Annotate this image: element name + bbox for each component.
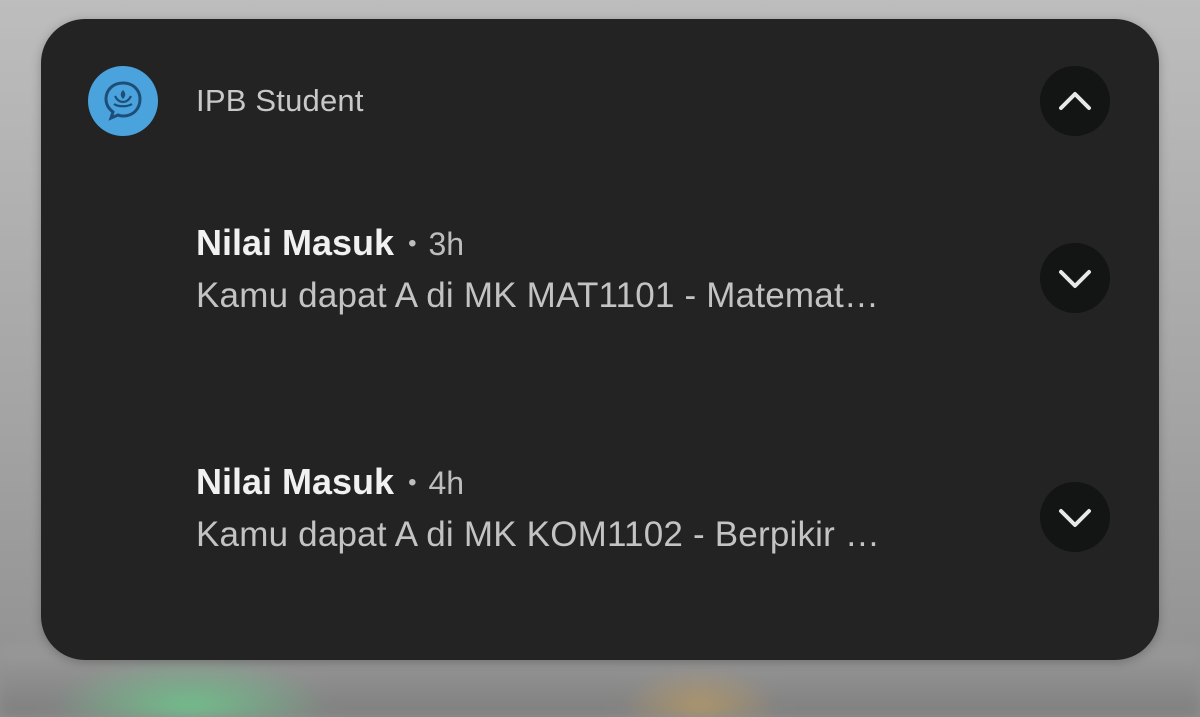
notification-header: Nilai Masuk • 3h [196,222,1026,264]
notification-title: Nilai Masuk [196,222,395,263]
notification-group-card[interactable]: IPB Student Nilai Masuk • 3h Kamu dapat … [41,19,1159,660]
expand-notification-button[interactable] [1040,482,1110,552]
ipb-logo-icon [88,66,158,136]
notification-body: Kamu dapat A di MK KOM1102 - Berpikir … [196,515,881,554]
app-header: IPB Student [88,66,364,136]
chevron-down-icon [1059,270,1091,288]
time-separator: • [408,469,417,496]
notification-time: 4h [428,465,465,501]
notification-item[interactable]: Nilai Masuk • 4h Kamu dapat A di MK KOM1… [196,461,1026,555]
notification-body: Kamu dapat A di MK MAT1101 - Matemat… [196,276,880,315]
notification-time: 3h [428,226,465,262]
chevron-down-icon [1059,509,1091,527]
notification-header: Nilai Masuk • 4h [196,461,1026,503]
time-separator: • [408,230,417,257]
chevron-up-icon [1059,92,1091,110]
notification-item[interactable]: Nilai Masuk • 3h Kamu dapat A di MK MAT1… [196,222,1026,316]
ipb-logo-icon-svg [104,81,142,121]
notification-title: Nilai Masuk [196,461,395,502]
collapse-group-button[interactable] [1040,66,1110,136]
expand-notification-button[interactable] [1040,243,1110,313]
app-name: IPB Student [196,83,364,118]
